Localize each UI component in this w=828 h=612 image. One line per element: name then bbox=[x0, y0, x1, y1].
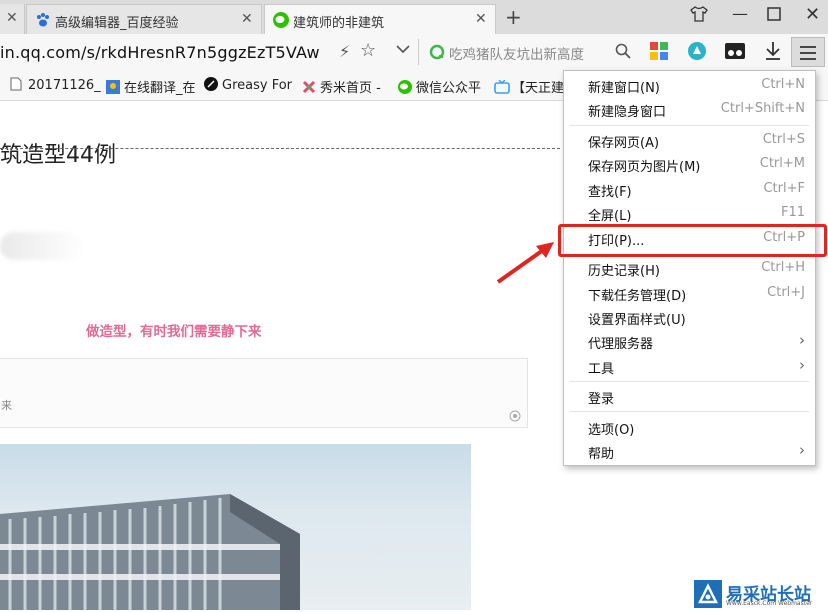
menu-item-options[interactable]: 选项(O) bbox=[564, 415, 815, 439]
tab-title: 高级编辑器_百度经验 bbox=[55, 16, 179, 31]
tab-strip: ✕ 高级编辑器_百度经验 ✕ 建筑师的非建筑 ✕ + — ✕ bbox=[0, 0, 828, 34]
quote-fragment: 来 bbox=[1, 399, 12, 412]
menu-separator bbox=[570, 411, 809, 412]
menu-item-help[interactable]: 帮助 › bbox=[564, 439, 815, 463]
chevron-right-icon: › bbox=[799, 441, 805, 459]
tab-baidu[interactable]: 高级编辑器_百度经验 ✕ bbox=[26, 4, 262, 34]
search-box[interactable]: 吃鸡猪队友坑出新高度 bbox=[418, 39, 639, 65]
chevron-down-icon[interactable] bbox=[396, 42, 410, 58]
menu-item-new-incognito[interactable]: 新建隐身窗口 Ctrl+Shift+N bbox=[564, 97, 815, 121]
chevron-right-icon: › bbox=[799, 331, 805, 349]
menu-item-save-as-image[interactable]: 保存网页为图片(M) Ctrl+M bbox=[564, 152, 815, 176]
address-toolbar: in.qq.com/s/rkdHresnR7n5ggzEzT5VAw ⚡ ☆ 吃… bbox=[0, 34, 828, 71]
bookmark-item[interactable]: 20171126_ bbox=[10, 77, 101, 93]
watermark-logo-icon bbox=[694, 580, 722, 608]
menu-item-proxy[interactable]: 代理服务器 › bbox=[564, 329, 815, 353]
apps-icon[interactable] bbox=[650, 42, 668, 64]
download-icon[interactable] bbox=[764, 41, 782, 65]
bookmark-item[interactable]: 【天正建 bbox=[494, 77, 564, 96]
menu-item-login[interactable]: 登录 bbox=[564, 384, 815, 408]
chevron-right-icon: › bbox=[799, 356, 805, 374]
tab-title: 建筑师的非建筑 bbox=[293, 16, 385, 31]
bookmark-item[interactable]: 微信公众平 bbox=[398, 77, 481, 96]
watermark-subtext: Www.Easck.Com Webmaster bbox=[726, 600, 813, 607]
print-highlight-box bbox=[558, 224, 827, 257]
red-arrow-icon bbox=[496, 242, 554, 284]
url-text[interactable]: in.qq.com/s/rkdHresnR7n5ggzEzT5VAw bbox=[0, 43, 320, 62]
search-icon[interactable] bbox=[615, 43, 631, 63]
bookmark-item[interactable]: 秀米首页 - bbox=[302, 77, 381, 96]
translate-icon bbox=[106, 80, 120, 94]
tab-active[interactable]: 建筑师的非建筑 ✕ bbox=[264, 4, 496, 34]
search-text[interactable]: 吃鸡猪队友坑出新高度 bbox=[449, 43, 584, 63]
wechat-icon bbox=[398, 80, 412, 94]
small-logo-icon bbox=[509, 407, 521, 426]
article-subheading: 做造型，有时我们需要静下来 bbox=[86, 324, 262, 340]
hamburger-icon bbox=[800, 45, 816, 64]
baidu-paw-icon bbox=[35, 12, 51, 28]
star-icon[interactable]: ☆ bbox=[360, 40, 376, 61]
article-title: 筑造型44例 bbox=[0, 143, 116, 168]
menu-separator bbox=[570, 125, 809, 126]
menu-item-theme[interactable]: 设置界面样式(U) bbox=[564, 305, 815, 329]
browser-main-menu: 新建窗口(N) Ctrl+N 新建隐身窗口 Ctrl+Shift+N 保存网页(A)… bbox=[563, 70, 816, 466]
close-icon[interactable]: ✕ bbox=[241, 11, 253, 27]
menu-item-history[interactable]: 历史记录(H) Ctrl+H bbox=[564, 256, 815, 280]
quote-box: 来 bbox=[0, 358, 528, 428]
menu-item-new-window[interactable]: 新建窗口(N) Ctrl+N bbox=[564, 73, 815, 97]
building-photo bbox=[0, 444, 471, 610]
lightning-icon[interactable]: ⚡ bbox=[339, 42, 350, 61]
menu-item-fullscreen[interactable]: 全屏(L) F11 bbox=[564, 201, 815, 225]
xiumi-icon bbox=[302, 80, 316, 94]
new-tab-button[interactable]: + bbox=[505, 5, 522, 29]
bookmark-item[interactable]: 在线翻译_在 bbox=[106, 77, 196, 96]
close-icon[interactable]: ✕ bbox=[6, 10, 18, 26]
menu-separator bbox=[570, 381, 809, 382]
maximize-button[interactable] bbox=[767, 6, 781, 25]
wechat-icon bbox=[273, 12, 289, 28]
menu-item-save-page[interactable]: 保存网页(A) Ctrl+S bbox=[564, 128, 815, 152]
menu-item-downloads[interactable]: 下载任务管理(D) Ctrl+J bbox=[564, 281, 815, 305]
bookmark-item[interactable]: Greasy For bbox=[204, 77, 292, 93]
menu-item-find[interactable]: 查找(F) Ctrl+F bbox=[564, 177, 815, 201]
minimize-button[interactable]: — bbox=[732, 4, 748, 23]
divider bbox=[0, 148, 560, 149]
close-window-button[interactable]: ✕ bbox=[805, 4, 820, 25]
tab-partial[interactable]: ✕ bbox=[0, 4, 25, 34]
author-blurred bbox=[0, 232, 84, 260]
page-icon bbox=[10, 77, 24, 91]
skin-icon[interactable] bbox=[690, 6, 708, 26]
greasyfork-icon bbox=[204, 77, 218, 91]
reader-icon[interactable] bbox=[724, 41, 746, 65]
menu-button[interactable] bbox=[791, 37, 825, 67]
extension-icon[interactable] bbox=[687, 41, 707, 65]
search-engine-icon bbox=[429, 44, 445, 64]
close-icon[interactable]: ✕ bbox=[475, 11, 487, 27]
menu-item-tools[interactable]: 工具 › bbox=[564, 354, 815, 378]
watermark: 易采站长站 Www.Easck.Com Webmaster bbox=[692, 578, 828, 610]
tv-icon bbox=[494, 79, 510, 94]
